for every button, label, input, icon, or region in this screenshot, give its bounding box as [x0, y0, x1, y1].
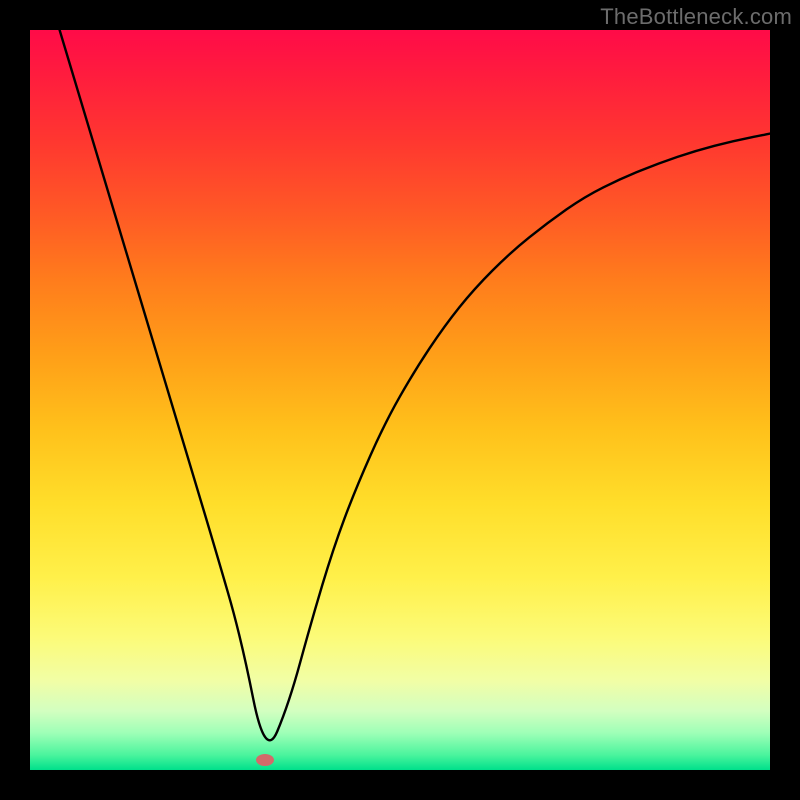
- plot-area: [30, 30, 770, 770]
- bottleneck-curve: [30, 30, 770, 770]
- watermark-text: TheBottleneck.com: [600, 4, 792, 30]
- minimum-marker: [256, 754, 274, 766]
